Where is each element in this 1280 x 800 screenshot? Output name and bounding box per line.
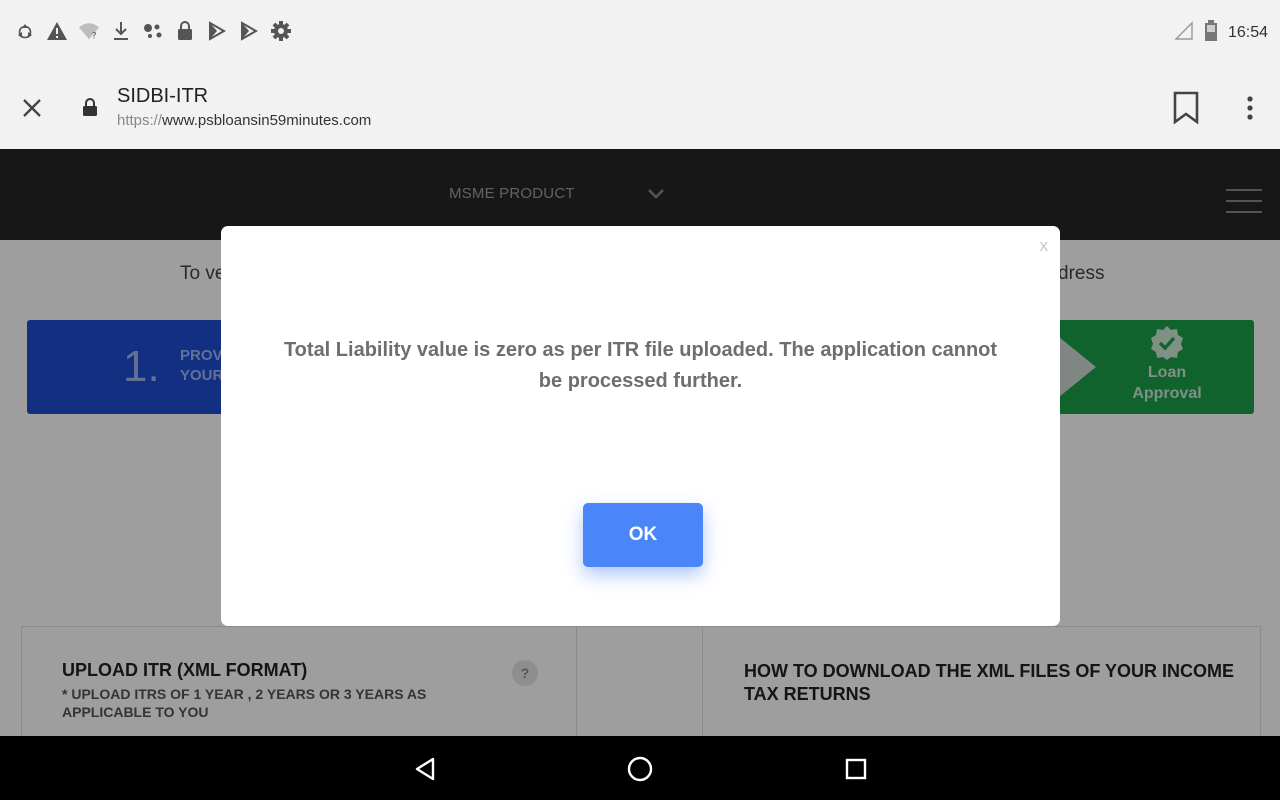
error-dialog: x Total Liability value is zero as per I…: [221, 226, 1060, 626]
url-host: www.psbloansin59minutes.com: [162, 112, 372, 129]
home-circle-icon: [627, 756, 653, 782]
play-store-icon: [206, 18, 228, 44]
more-vert-icon: [1247, 96, 1253, 120]
bookmark-icon: [1173, 91, 1199, 125]
play-store-icon: [238, 18, 260, 44]
recents-square-icon: [845, 758, 867, 780]
page-title: SIDBI-ITR: [117, 85, 209, 107]
settings-icon: [270, 18, 292, 44]
notification-icons: ?: [14, 18, 292, 44]
clock: 16:54: [1227, 24, 1268, 41]
dialog-message: Total Liability value is zero as per ITR…: [283, 339, 998, 392]
home-button[interactable]: [625, 754, 655, 784]
dialog-close-button[interactable]: x: [1040, 236, 1049, 256]
system-nav-bar: [0, 736, 1280, 800]
assistant-icon: [142, 18, 164, 44]
svg-text:?: ?: [92, 30, 97, 41]
close-tab-button[interactable]: [14, 90, 50, 126]
close-icon: [23, 99, 41, 117]
warning-icon: [46, 18, 68, 44]
status-right: 16:54: [1174, 20, 1268, 46]
recents-button[interactable]: [841, 754, 871, 784]
sync-icon: [14, 18, 36, 44]
secure-lock-icon[interactable]: [80, 96, 100, 118]
battery-icon: [1204, 20, 1218, 46]
url-scheme: https://: [117, 112, 163, 129]
wifi-unknown-icon: ?: [78, 18, 100, 44]
download-icon: [110, 18, 132, 44]
lock-icon: [174, 18, 196, 44]
bookmark-button[interactable]: [1168, 88, 1204, 128]
url-bar[interactable]: https://www.psbloansin59minutes.com: [117, 112, 371, 129]
signal-icon: [1174, 21, 1194, 45]
back-triangle-icon: [415, 757, 435, 781]
browser-toolbar: SIDBI-ITR https://www.psbloansin59minute…: [0, 64, 1280, 149]
status-bar: ? 16:54: [0, 0, 1280, 64]
overflow-menu-button[interactable]: [1236, 90, 1264, 126]
ok-button[interactable]: OK: [583, 503, 703, 567]
back-button[interactable]: [410, 754, 440, 784]
